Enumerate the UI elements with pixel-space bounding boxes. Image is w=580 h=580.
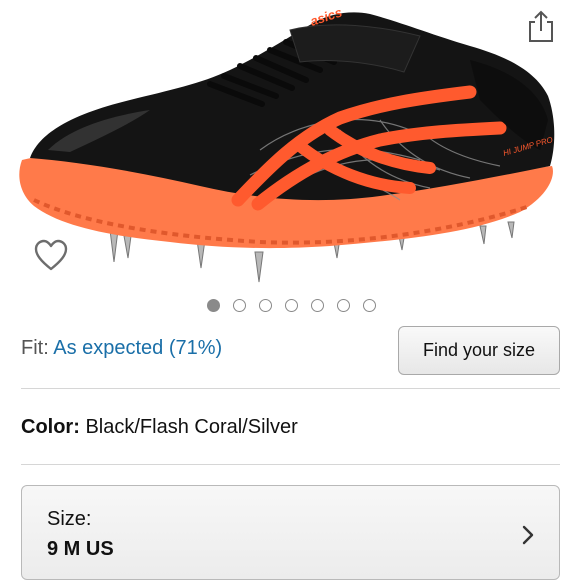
share-icon	[529, 10, 553, 42]
carousel-dot[interactable]	[336, 299, 350, 312]
color-label: Color:	[21, 416, 80, 438]
carousel-dot[interactable]	[362, 299, 376, 312]
shoe-illustration: asics HI JUMP PRO	[19, 5, 555, 283]
heart-icon	[34, 239, 68, 271]
fit-label: Fit:	[21, 337, 49, 359]
chevron-right-icon	[522, 525, 534, 545]
carousel-dot[interactable]	[284, 299, 298, 312]
carousel-dot[interactable]	[232, 299, 246, 312]
color-value: Black/Flash Coral/Silver	[85, 416, 298, 438]
fit-info: Fit: As expected (71%)	[21, 336, 222, 360]
size-value: 9 M US	[47, 538, 114, 560]
size-label: Size:	[47, 508, 92, 530]
size-selector[interactable]: Size: 9 M US	[21, 485, 560, 580]
wishlist-button[interactable]	[33, 238, 69, 274]
carousel-dot[interactable]	[206, 299, 220, 312]
carousel-indicator	[0, 299, 580, 313]
fit-value-link[interactable]: As expected (71%)	[53, 337, 222, 359]
divider	[21, 464, 560, 465]
share-button[interactable]	[524, 8, 558, 44]
carousel-dot[interactable]	[310, 299, 324, 312]
color-info: Color: Black/Flash Coral/Silver	[21, 415, 298, 439]
divider	[21, 388, 560, 389]
carousel-dot[interactable]	[258, 299, 272, 312]
find-your-size-button[interactable]: Find your size	[398, 326, 560, 375]
product-image[interactable]: asics HI JUMP PRO	[0, 0, 580, 292]
